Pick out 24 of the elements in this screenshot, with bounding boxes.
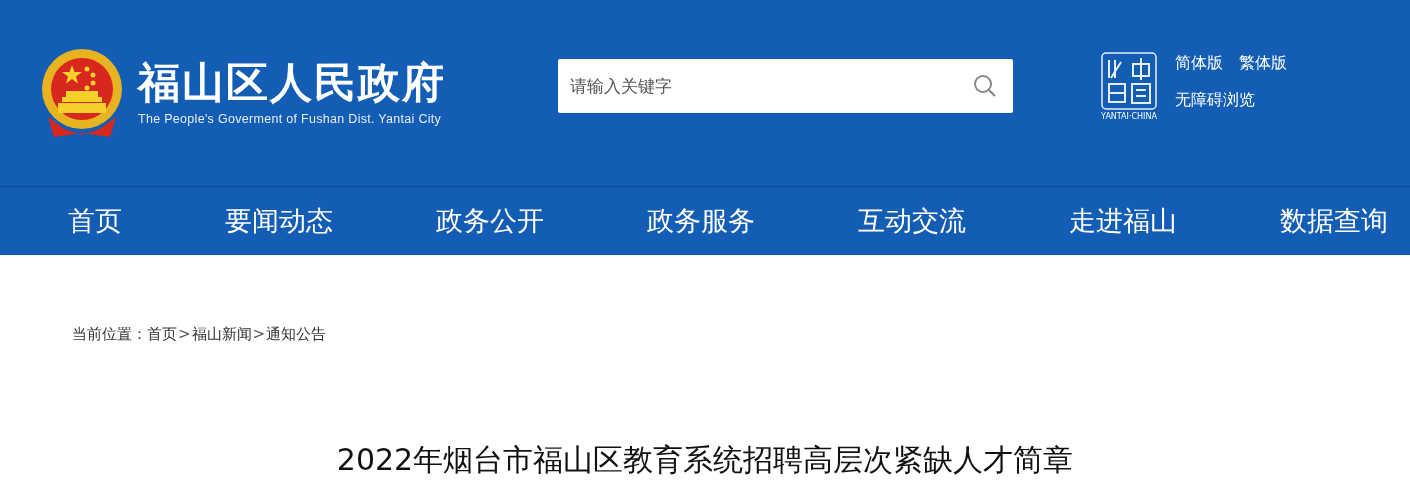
site-title: 福山区人民政府 (138, 59, 446, 107)
nav-item[interactable]: 互动交流 (858, 203, 966, 239)
search-icon[interactable] (973, 74, 997, 98)
nav-item[interactable]: 首页 (68, 203, 122, 239)
breadcrumb-separator: > (177, 325, 192, 344)
nav-item[interactable]: 要闻动态 (225, 203, 333, 239)
breadcrumb-label: 当前位置： (72, 325, 147, 344)
nav-item[interactable]: 走进福山 (1069, 203, 1177, 239)
city-logo-icon (1101, 51, 1157, 110)
breadcrumb-link[interactable]: 福山新闻 (191, 325, 252, 344)
breadcrumb-link[interactable]: 通知公告 (266, 325, 327, 344)
site-link[interactable]: 简体版 (1175, 53, 1223, 74)
search-field[interactable]: 请输入关键字 (558, 59, 1013, 113)
site-link[interactable]: 繁体版 (1239, 53, 1287, 74)
nav-item[interactable]: 政务服务 (647, 203, 755, 239)
breadcrumb-link[interactable]: 首页 (147, 325, 177, 344)
breadcrumb-separator: > (251, 325, 266, 344)
city-logo-caption: YANTAI·CHINA (1101, 111, 1157, 121)
site-subtitle: The People's Goverment of Fushan Dist. Yantai City (138, 112, 443, 127)
nav-item[interactable]: 数据查询 (1280, 203, 1388, 239)
article-title: 2022年烟台市福山区教育系统招聘高层次紧缺人才简章 (336, 442, 1074, 477)
site-link[interactable]: 无障碍浏览 (1175, 90, 1287, 111)
national-emblem-icon (40, 47, 124, 139)
nav-item[interactable]: 政务公开 (436, 203, 544, 239)
